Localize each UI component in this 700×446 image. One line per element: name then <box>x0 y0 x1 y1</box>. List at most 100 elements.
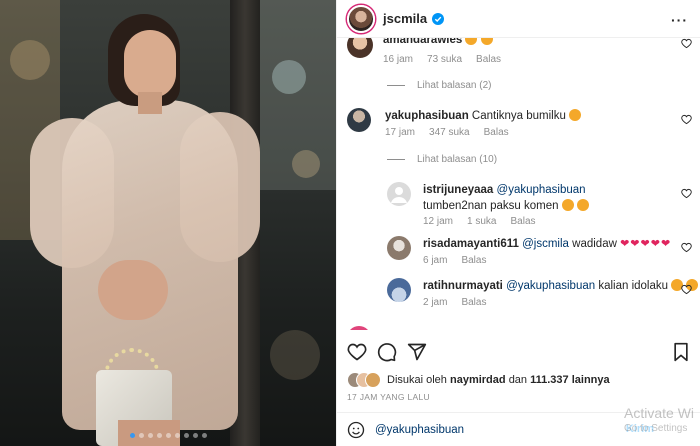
commenter-avatar[interactable] <box>347 108 371 132</box>
comment-meta: 17 jam 347 suka Balas <box>385 127 509 138</box>
comment-username[interactable]: ratihnurmayati <box>423 280 503 292</box>
comment-mention[interactable]: @yakuphasibuan <box>506 280 595 292</box>
likes-middle: dan <box>508 374 528 386</box>
carousel-dot <box>165 433 171 438</box>
bookmark-icon[interactable] <box>672 342 690 362</box>
view-replies-label[interactable]: Lihat balasan (2) <box>417 80 492 91</box>
author-username[interactable]: jscmila <box>383 11 427 26</box>
post-side-panel: jscmila ··· amandarawles 16 jam 73 suka … <box>336 0 700 446</box>
red-hearts-emoji-icon: ❤❤❤❤❤ <box>620 238 672 250</box>
emoji-icon <box>480 38 493 45</box>
comment-likes[interactable]: 73 suka <box>427 54 462 65</box>
carousel-dot <box>156 433 162 438</box>
emoji-icon <box>576 199 589 211</box>
reply-item: risadamayanti611 @jscmila wadidaw ❤❤❤❤❤ … <box>347 236 700 272</box>
heart-icon[interactable] <box>681 284 692 295</box>
likes-prefix: Disukai oleh <box>387 374 447 386</box>
likes-summary[interactable]: Disukai oleh naymirdad dan 111.337 lainn… <box>347 372 610 388</box>
comment-username[interactable]: istrijuneyaaa <box>423 184 493 196</box>
carousel-dot <box>201 433 207 438</box>
author-avatar[interactable] <box>347 4 375 33</box>
reply-item: istrijuneyaaa @yakuphasibuan tumben2nan … <box>347 182 700 232</box>
bokeh-light <box>272 60 306 94</box>
comment-mention[interactable]: @jscmila <box>522 238 569 250</box>
comment-icon[interactable] <box>377 342 397 362</box>
divider-line <box>387 85 405 86</box>
watermark-line2: Go to Settings <box>624 423 688 434</box>
bokeh-light <box>292 150 320 178</box>
post-header: jscmila ··· <box>337 0 700 38</box>
paper-plane-icon[interactable] <box>407 342 427 362</box>
view-replies-label[interactable]: Lihat balasan (10) <box>417 154 497 165</box>
heart-icon[interactable] <box>681 242 692 253</box>
commenter-avatar[interactable] <box>387 278 411 302</box>
comment-meta: 16 jam 73 suka Balas <box>383 54 501 65</box>
reply-link[interactable]: Balas <box>510 216 535 227</box>
reply-link[interactable]: Balas <box>461 255 486 266</box>
comment-likes[interactable]: 1 suka <box>467 216 496 227</box>
comment-username[interactable]: yakuphasibuan <box>385 110 469 122</box>
carousel-dot <box>192 433 198 438</box>
comment-body: tumben2nan paksu komen <box>423 200 559 212</box>
view-replies-toggle[interactable]: Lihat balasan (2) <box>387 80 492 91</box>
likes-count[interactable]: 111.337 lainnya <box>530 374 610 386</box>
commenter-avatar[interactable] <box>347 326 371 330</box>
comment-text: yakuphasibuan Cantiknya bumilku <box>385 108 582 124</box>
more-icon[interactable]: ··· <box>671 12 688 28</box>
heart-icon[interactable] <box>681 188 692 199</box>
post-timestamp[interactable]: 17 JAM YANG LALU <box>347 392 430 402</box>
comment-text: amandarawles <box>383 38 493 48</box>
comment-list[interactable]: amandarawles 16 jam 73 suka Balas Lihat … <box>337 38 700 330</box>
heart-icon[interactable] <box>681 38 692 49</box>
smiley-icon[interactable] <box>347 421 365 439</box>
comment-body: Cantiknya bumilku <box>471 110 566 122</box>
reply-link[interactable]: Balas <box>476 54 501 65</box>
comment-input[interactable] <box>375 423 615 436</box>
carousel-dot <box>138 433 144 438</box>
carousel-dot <box>183 433 189 438</box>
comment-username[interactable]: risadamayanti611 <box>423 238 519 250</box>
post-action-bar <box>347 338 690 366</box>
heart-icon[interactable] <box>681 114 692 125</box>
comment-body: kalian idolaku <box>598 280 669 292</box>
comment-time[interactable]: 17 jam <box>385 127 415 138</box>
view-replies-toggle[interactable]: Lihat balasan (10) <box>387 154 497 165</box>
comment-text: istrijuneyaaa @yakuphasibuan tumben2nan … <box>423 182 623 214</box>
emoji-icon <box>561 199 574 211</box>
post-photo[interactable] <box>0 0 336 446</box>
commenter-avatar[interactable] <box>387 236 411 260</box>
comment-time[interactable]: 6 jam <box>423 255 447 266</box>
comment-likes[interactable]: 347 suka <box>429 127 470 138</box>
carousel-dot <box>147 433 153 438</box>
comment-username[interactable]: amandarawles <box>383 38 462 46</box>
carousel-dot <box>174 433 180 438</box>
comment-text: ratihnurmayati @yakuphasibuan kalian ido… <box>423 278 699 294</box>
commenter-avatar[interactable] <box>387 182 411 206</box>
bokeh-light <box>10 40 50 80</box>
comment-time[interactable]: 2 jam <box>423 297 447 308</box>
liker-username[interactable]: naymirdad <box>450 374 506 386</box>
comment-body: wadidaw <box>572 238 617 250</box>
avatar <box>365 372 381 388</box>
carousel-dot <box>129 433 135 438</box>
comment-meta: 12 jam 1 suka Balas <box>423 216 536 227</box>
verified-badge-icon <box>432 12 445 25</box>
comment-time[interactable]: 16 jam <box>383 54 413 65</box>
arm <box>98 260 168 320</box>
liker-avatars <box>347 372 381 388</box>
divider-line <box>387 159 405 160</box>
default-avatar-icon <box>391 187 407 203</box>
comment-item: amandarawles 16 jam 73 suka Balas <box>347 38 700 72</box>
reply-item: ratihnurmayati @yakuphasibuan kalian ido… <box>347 278 700 314</box>
comment-mention[interactable]: @yakuphasibuan <box>497 184 586 196</box>
reply-link[interactable]: Balas <box>461 297 486 308</box>
comment-text: risadamayanti611 @jscmila wadidaw ❤❤❤❤❤ <box>423 236 671 252</box>
heart-icon[interactable] <box>347 342 367 362</box>
comment-item: yakuphasibuan Cantiknya bumilku 17 jam 3… <box>347 108 700 148</box>
comment-time[interactable]: 12 jam <box>423 216 453 227</box>
heart-eyes-emoji-icon <box>569 109 582 121</box>
bokeh-light <box>270 330 320 380</box>
comment-meta: 6 jam Balas <box>423 255 486 266</box>
reply-link[interactable]: Balas <box>484 127 509 138</box>
commenter-avatar[interactable] <box>347 38 373 58</box>
